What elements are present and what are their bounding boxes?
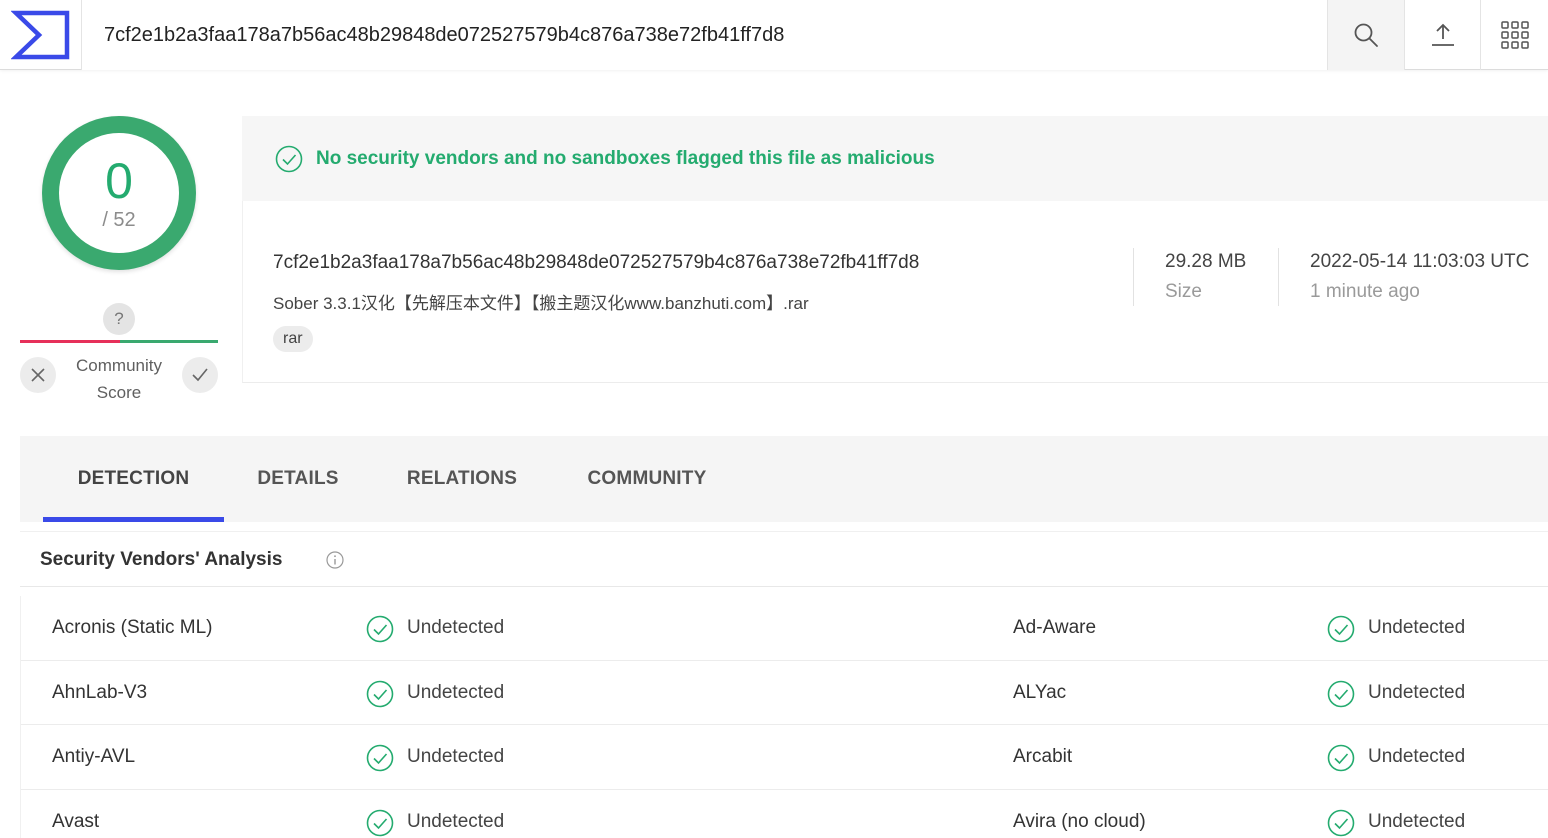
- divider: [1133, 248, 1134, 306]
- upload-button[interactable]: [1405, 0, 1481, 70]
- vendor-result: Undetected: [407, 746, 505, 767]
- file-hash: 7cf2e1b2a3faa178a7b56ac48b29848de0725275…: [273, 252, 920, 273]
- check-circle-icon: [1327, 615, 1355, 643]
- search-icon: [1354, 23, 1378, 47]
- apps-menu-button[interactable]: [1481, 0, 1548, 70]
- community-score-value: ?: [103, 303, 135, 335]
- engine-total: / 52: [102, 208, 136, 231]
- file-name: Sober 3.3.1汉化【先解压本文件】【搬主题汉化www.banzhuti.…: [273, 294, 809, 313]
- vendor-name: Antiy-AVL: [52, 746, 136, 767]
- divider: [1278, 248, 1279, 306]
- file-size-label: Size: [1165, 281, 1202, 302]
- file-summary: 7cf2e1b2a3faa178a7b56ac48b29848de0725275…: [242, 201, 1548, 383]
- community-score-bar: [20, 340, 218, 343]
- vendor-name: AhnLab-V3: [52, 681, 148, 703]
- search-button[interactable]: [1327, 0, 1405, 70]
- vendor-result: Undetected: [407, 810, 505, 832]
- vendor-results-table: Acronis (Static ML) Undetected Ad-Aware …: [20, 596, 1548, 838]
- vote-harmless-button[interactable]: [182, 357, 218, 393]
- sigma-logo-icon: [10, 10, 69, 60]
- detection-score: 0 / 52: [59, 133, 179, 253]
- checkmark-icon: [192, 368, 208, 382]
- check-circle-icon: [366, 809, 394, 836]
- vendor-result: Undetected: [407, 681, 505, 703]
- info-icon[interactable]: [326, 551, 344, 569]
- table-row: Antiy-AVL Undetected Arcabit Undetected: [21, 725, 1548, 790]
- vendor-name: Arcabit: [1013, 746, 1073, 767]
- vendor-name: Avast: [52, 810, 100, 832]
- file-size: 29.28 MB: [1165, 251, 1247, 272]
- close-icon: [31, 368, 45, 382]
- tab-community[interactable]: COMMUNITY: [562, 436, 732, 522]
- grid-apps-icon: [1500, 21, 1529, 49]
- report-tabs: DETECTION DETAILS RELATIONS COMMUNITY: [20, 436, 1548, 522]
- check-circle-icon: [275, 145, 303, 172]
- check-circle-icon: [366, 744, 394, 772]
- search-input[interactable]: [82, 0, 1327, 70]
- vendor-result: Undetected: [1368, 746, 1466, 767]
- vendor-name: Avira (no cloud): [1013, 810, 1146, 832]
- vendor-name: ALYac: [1013, 681, 1067, 703]
- community-score-label: Community Score: [76, 356, 162, 402]
- tab-details[interactable]: DETAILS: [234, 436, 362, 522]
- tab-relations[interactable]: RELATIONS: [382, 436, 542, 522]
- detection-score-ring: 0 / 52: [42, 116, 196, 270]
- vendor-result: Undetected: [1368, 810, 1466, 832]
- check-circle-icon: [1327, 809, 1355, 836]
- vendor-result: Undetected: [1368, 617, 1466, 638]
- verdict-banner: No security vendors and no sandboxes fla…: [242, 116, 1548, 201]
- virustotal-logo[interactable]: [0, 0, 82, 70]
- vendor-result: Undetected: [407, 617, 505, 638]
- vote-malicious-button[interactable]: [20, 357, 56, 393]
- top-bar: [0, 0, 1548, 70]
- file-type-tag[interactable]: rar: [273, 326, 313, 352]
- upload-icon: [1431, 23, 1454, 46]
- detection-count: 0: [105, 152, 133, 209]
- table-row: AhnLab-V3 Undetected ALYac Undetected: [21, 661, 1548, 725]
- vendor-result: Undetected: [1368, 681, 1466, 703]
- last-analysis-date: 2022-05-14 11:03:03 UTC: [1310, 251, 1530, 272]
- verdict-text: No security vendors and no sandboxes fla…: [316, 147, 935, 169]
- vendors-section-header: Security Vendors' Analysis: [20, 531, 1548, 587]
- active-tab-indicator: [43, 517, 224, 522]
- check-circle-icon: [1327, 744, 1355, 772]
- community-positive-bar: [120, 340, 218, 343]
- vendor-name: Ad-Aware: [1013, 617, 1097, 638]
- check-circle-icon: [1327, 680, 1355, 707]
- tab-detection[interactable]: DETECTION: [43, 436, 224, 522]
- table-row: Acronis (Static ML) Undetected Ad-Aware …: [21, 596, 1548, 661]
- check-circle-icon: [366, 615, 394, 643]
- check-circle-icon: [366, 680, 394, 707]
- community-negative-bar: [20, 340, 120, 343]
- section-title: Security Vendors' Analysis: [40, 549, 283, 570]
- table-row: Avast Undetected Avira (no cloud) Undete…: [21, 790, 1548, 838]
- vendor-name: Acronis (Static ML): [52, 617, 213, 638]
- last-analysis-relative: 1 minute ago: [1310, 281, 1420, 302]
